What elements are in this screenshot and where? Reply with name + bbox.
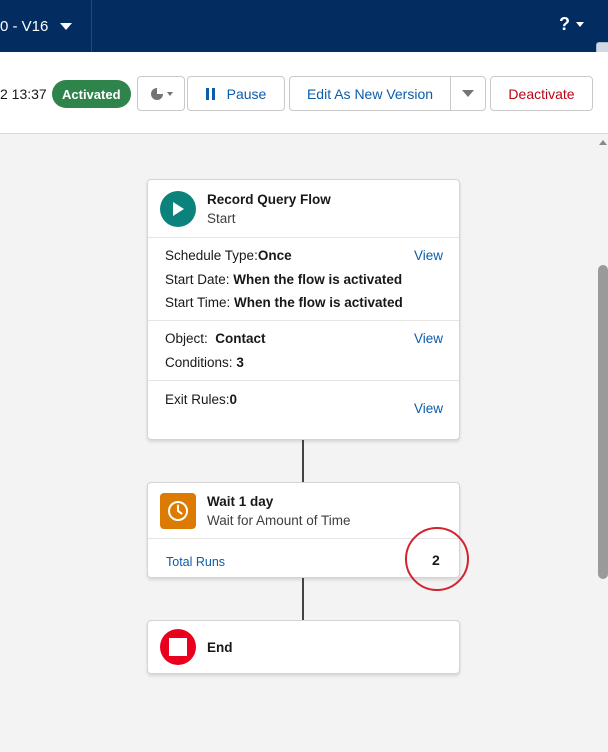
global-header: 0 - V16 ?: [0, 0, 608, 52]
chevron-down-icon: [60, 22, 73, 30]
version-label: 0 - V16: [0, 17, 49, 35]
end-card-title: End: [207, 639, 233, 655]
debug-menu-button[interactable]: [137, 76, 185, 111]
start-date-value: When the flow is activated: [233, 271, 403, 287]
chevron-down-icon: [462, 90, 474, 97]
stop-icon: [160, 629, 196, 665]
exit-rules-section: Exit Rules:0 View: [148, 380, 459, 439]
object-value: Contact: [215, 331, 266, 346]
help-menu-button[interactable]: ?: [559, 14, 584, 35]
pause-icon: [205, 87, 215, 100]
end-card-header: End: [148, 621, 459, 673]
wait-card-subtitle: Wait for Amount of Time: [207, 512, 351, 528]
help-icon: ?: [559, 14, 570, 34]
exit-rules-value: 0: [229, 392, 238, 407]
object-section: Object: Contact Conditions: 3 View: [148, 320, 459, 380]
object-view-link[interactable]: View: [414, 327, 443, 351]
deactivate-button[interactable]: Deactivate: [490, 76, 593, 111]
schedule-view-link[interactable]: View: [414, 244, 443, 268]
pause-button[interactable]: Pause: [187, 76, 285, 111]
start-time-label: Start Time:: [165, 295, 231, 310]
conditions-label: Conditions:: [165, 354, 233, 370]
conditions-value: 3: [236, 354, 244, 370]
schedule-type-label: Schedule Type:: [165, 248, 258, 263]
annotation-highlight-circle: [405, 527, 469, 591]
start-element-card[interactable]: Record Query Flow Start Schedule Type:On…: [147, 179, 460, 440]
wait-card-header: Wait 1 day Wait for Amount of Time: [148, 483, 459, 538]
last-modified-date: 2 13:37: [0, 86, 47, 102]
schedule-section: Schedule Type:Once Start Date: When the …: [148, 237, 459, 320]
more-actions-dropdown[interactable]: [450, 76, 486, 111]
flow-connector: [302, 440, 304, 482]
status-badge: Activated: [52, 80, 131, 108]
flow-connector: [302, 578, 304, 620]
edit-as-new-version-button[interactable]: Edit As New Version: [289, 76, 451, 111]
exit-rules-label: Exit Rules:: [165, 392, 230, 407]
total-runs-link[interactable]: Total Runs: [166, 551, 225, 575]
start-card-subtitle: Start: [207, 210, 236, 226]
chevron-down-icon: [166, 91, 173, 96]
start-date-label: Start Date:: [165, 271, 230, 287]
deactivate-label: Deactivate: [508, 85, 575, 102]
object-label: Object:: [165, 331, 208, 346]
pie-chart-icon: [150, 87, 163, 100]
start-card-header: Record Query Flow Start: [148, 180, 459, 237]
start-card-title: Record Query Flow: [207, 191, 331, 207]
end-element-card[interactable]: End: [147, 620, 460, 674]
edit-version-label: Edit As New Version: [306, 85, 434, 102]
start-time-value: When the flow is activated: [234, 295, 403, 310]
wait-card-title: Wait 1 day: [207, 493, 274, 509]
chevron-down-icon: [576, 22, 584, 27]
play-icon: [160, 190, 196, 227]
flow-toolbar: 2 13:37 Activated Pause Edit As New Vers…: [0, 52, 608, 134]
exit-rules-view-link[interactable]: View: [414, 397, 443, 421]
schedule-type-value: Once: [257, 248, 292, 263]
scrollbar-thumb[interactable]: [598, 265, 608, 579]
version-selector[interactable]: 0 - V16: [0, 0, 92, 52]
clock-icon: [160, 492, 196, 529]
scroll-up-arrow[interactable]: [599, 140, 607, 145]
pause-label: Pause: [226, 85, 267, 102]
